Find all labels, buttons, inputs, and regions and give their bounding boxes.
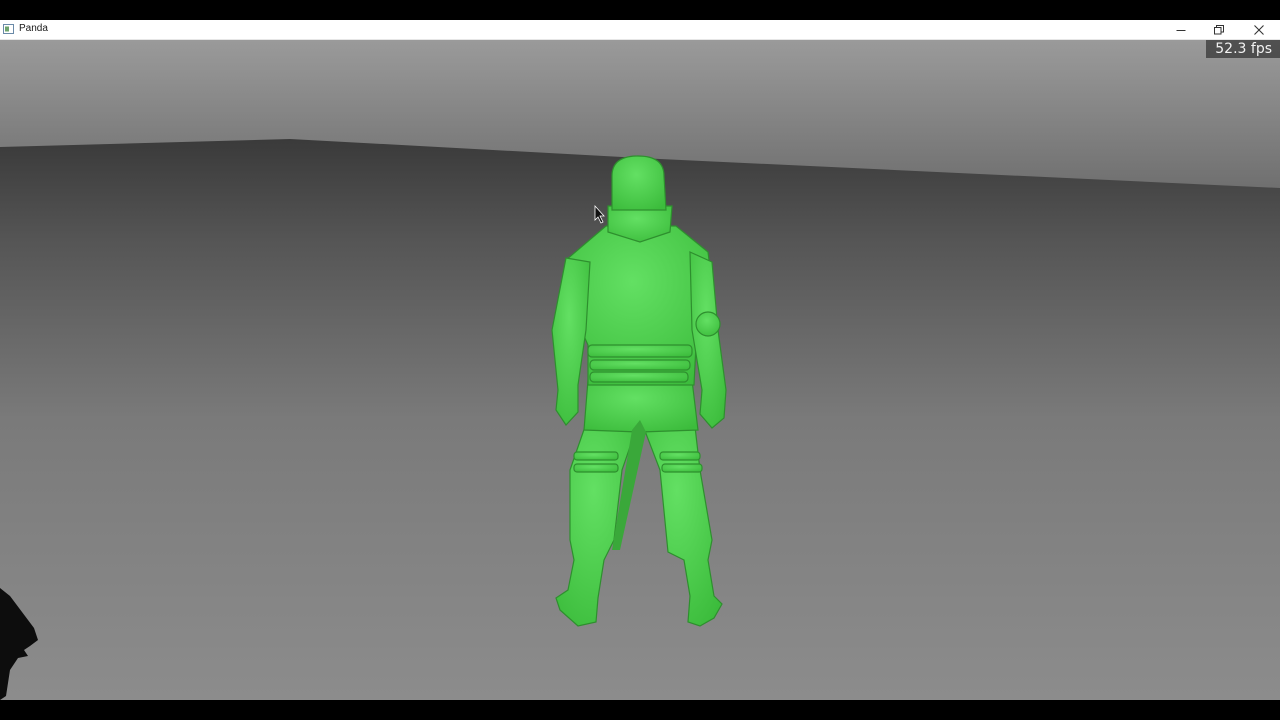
restore-button[interactable] <box>1200 20 1238 39</box>
minimize-icon <box>1176 29 1186 31</box>
belt <box>587 344 693 358</box>
belt-band <box>589 359 691 371</box>
close-icon <box>1254 24 1264 35</box>
belt-band <box>589 371 689 383</box>
scene <box>0 40 1280 700</box>
knee-band <box>573 463 619 473</box>
minimize-button[interactable] <box>1162 20 1200 39</box>
window-title: Panda <box>19 23 48 34</box>
render-viewport[interactable]: 52.3 fps <box>0 40 1280 700</box>
knee-band <box>573 451 619 461</box>
shoulder-pad <box>695 311 721 337</box>
fps-counter: 52.3 fps <box>1206 40 1280 58</box>
knee-band <box>659 451 701 461</box>
helmet <box>611 155 667 211</box>
bottom-letterbox <box>0 700 1280 720</box>
restore-icon <box>1214 24 1224 34</box>
window-titlebar[interactable]: Panda <box>0 20 1280 40</box>
top-letterbox <box>0 0 1280 20</box>
app-icon <box>3 24 14 34</box>
close-button[interactable] <box>1240 20 1278 39</box>
knee-band <box>661 463 703 473</box>
